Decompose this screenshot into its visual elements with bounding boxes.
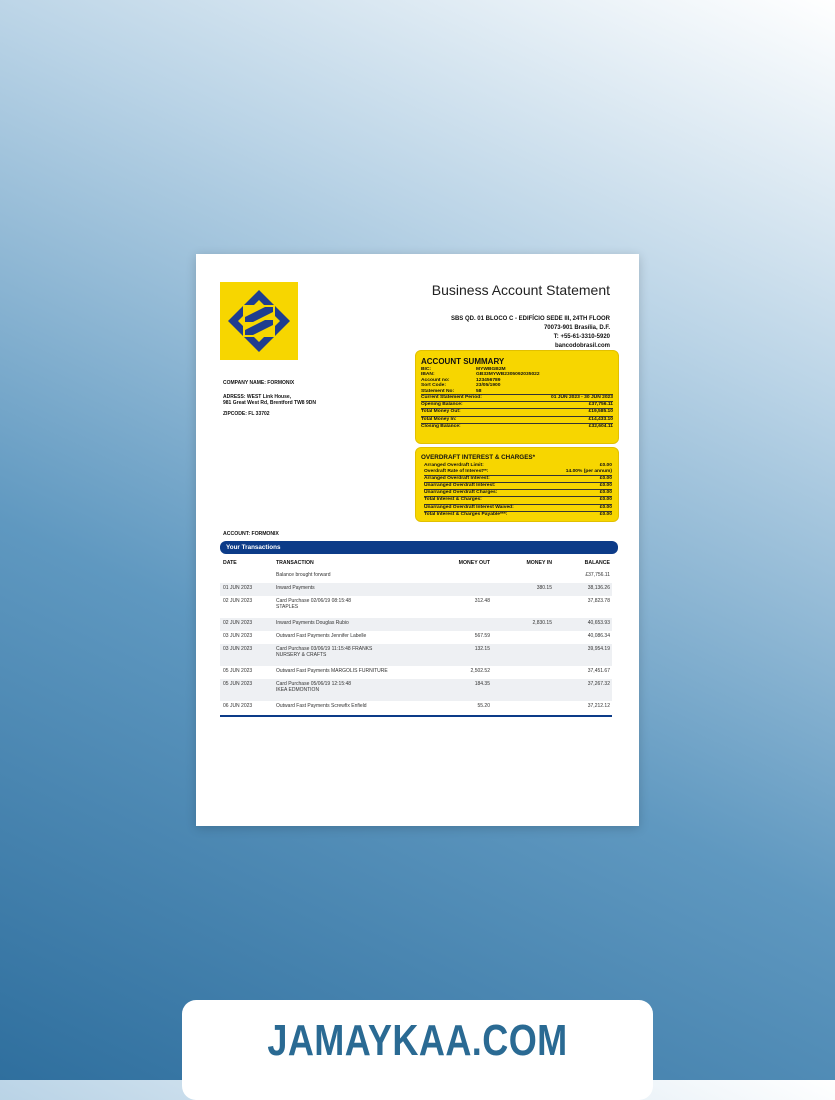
- cell-balance: 37,212.12: [587, 703, 610, 709]
- cell-balance: 37,823.78: [587, 598, 610, 604]
- table-row: 01 JUN 2023 Inward Payments 380.15 38,136.2…: [220, 583, 612, 596]
- cell-balance: 39,954.19: [587, 646, 610, 652]
- overdraft-line: Total Interest & Charges Payable***: £0.0…: [424, 510, 612, 518]
- line-value: £0.00: [599, 511, 612, 517]
- cell-money-in: 380.15: [536, 585, 552, 591]
- account-label: ACCOUNT: FORMONIX: [223, 531, 279, 537]
- transaction-description: Inward Payments Douglas Rubio: [276, 620, 349, 626]
- cell-date: 01 JUN 2023: [223, 585, 253, 591]
- transaction-description-line2: NURSERY & CRAFTS: [276, 652, 327, 658]
- table-row: 02 JUN 2023 Card Purchase 02/06/19 08:15:…: [220, 596, 612, 618]
- company-zipcode: ZIPCODE: FL 33702: [223, 410, 270, 417]
- table-row: 06 JUN 2023 Outward Fast Payments Screwfi…: [220, 701, 612, 714]
- column-header-date: DATE: [223, 560, 237, 566]
- cell-money-out: 132.15: [474, 646, 490, 652]
- overdraft-line: Unarranged Overdraft Charges: £0.00: [424, 489, 612, 496]
- cell-date: 06 JUN 2023: [223, 703, 253, 709]
- transactions-header-bar: Your Transactions: [220, 541, 618, 554]
- summary-line: Opening Balance: £37,756.11: [421, 401, 613, 408]
- bank-phone: T: +55-61-3310-5920: [553, 334, 610, 340]
- table-row: 05 JUN 2023 Card Purchase 05/06/19 12:15:…: [220, 679, 612, 701]
- overdraft-line: Unarranged Overdraft Interest Waived: £0.…: [424, 503, 612, 511]
- cell-balance: 40,086.34: [587, 633, 610, 639]
- summary-line: Total Money In: £14,433.10: [421, 415, 613, 423]
- transactions-end-rule: [220, 715, 612, 717]
- cell-transaction: Card Purchase 05/06/19 12:15:48 IKEA EDMO…: [276, 681, 351, 693]
- transaction-description: Inward Payments: [276, 585, 315, 591]
- overdraft-box: OVERDRAFT INTEREST & CHARGES* Arranged O…: [415, 447, 619, 522]
- watermark-text: JAMAYKAA.COM: [267, 1016, 568, 1065]
- cell-date: 02 JUN 2023: [223, 598, 253, 604]
- table-row: Balance brought forward £37,756.11: [220, 570, 612, 583]
- cell-balance: 38,136.26: [587, 585, 610, 591]
- bank-logo: [220, 282, 298, 360]
- company-details: COMPANY NAME: FORMONIX ADRESS: WEST Link…: [223, 380, 393, 424]
- cell-money-out: 2,502.52: [470, 668, 490, 674]
- cell-money-out: 55.20: [477, 703, 490, 709]
- line-value: £32,604.11: [588, 423, 613, 429]
- overdraft-title: OVERDRAFT INTEREST & CHARGES*: [421, 454, 536, 461]
- cell-date: 05 JUN 2023: [223, 668, 253, 674]
- cell-transaction: Inward Payments Douglas Rubio: [276, 620, 349, 626]
- cell-money-out: 184.35: [474, 681, 490, 687]
- cell-balance: £37,756.11: [585, 572, 610, 578]
- watermark-banner: JAMAYKAA.COM: [182, 1000, 653, 1100]
- statement-title: Business Account Statement: [431, 282, 610, 298]
- cell-balance: 40,653.93: [587, 620, 610, 626]
- cell-date: 05 JUN 2023: [223, 681, 253, 687]
- transaction-description-line2: IKEA EDMONTION: [276, 687, 320, 693]
- line-label: Total Interest & Charges Payable***:: [424, 511, 508, 517]
- cell-transaction: Outward Fast Payments Jennifer Labelle: [276, 633, 366, 639]
- overdraft-line: Total Interest & Charges: £0.00: [424, 496, 612, 503]
- column-header-balance: BALANCE: [584, 560, 610, 566]
- transaction-description: Balance brought forward: [276, 572, 331, 578]
- cell-money-out: 312.48: [474, 598, 490, 604]
- cell-money-out: 567.59: [474, 633, 490, 639]
- table-row: 03 JUN 2023 Outward Fast Payments Jennife…: [220, 631, 612, 644]
- cell-balance: 37,267.32: [587, 681, 610, 687]
- cell-transaction: Inward Payments: [276, 585, 315, 591]
- column-header-money-out: MONEY OUT: [458, 560, 490, 566]
- overdraft-line: Arranged Overdraft Interest: £0.00: [424, 475, 612, 482]
- cell-transaction: Balance brought forward: [276, 572, 330, 578]
- overdraft-line: Unarranged Overdraft Interest: £0.00: [424, 482, 612, 489]
- summary-line: Total Money Out: £19,585.10: [421, 408, 613, 415]
- transaction-description: Outward Fast Payments Jennifer Labelle: [276, 633, 367, 639]
- column-header-transaction: TRANSACTION: [276, 560, 314, 566]
- bank-address: SBS QD. 01 BLOCO C - EDIFÍCIO SEDE III, …: [451, 315, 610, 351]
- account-name: FORMONIX: [251, 531, 279, 537]
- cell-date: 02 JUN 2023: [223, 620, 253, 626]
- table-row: 03 JUN 2023 Card Purchase 03/06/19 11:15:…: [220, 644, 612, 666]
- cell-transaction: Card Purchase 02/06/19 08:15:48 STAPLES: [276, 598, 351, 610]
- transactions-column-headers: DATE TRANSACTION MONEY OUT MONEY IN BALA…: [220, 558, 612, 568]
- transaction-description: Outward Fast Payments MARGOLIS FURNITURE: [276, 668, 388, 674]
- account-summary-title: ACCOUNT SUMMARY: [421, 357, 505, 366]
- summary-line: Closing Balance: £32,604.11: [421, 422, 613, 430]
- cell-balance: 37,451.67: [587, 668, 610, 674]
- cell-date: 03 JUN 2023: [223, 646, 253, 652]
- account-prefix: ACCOUNT:: [223, 531, 251, 537]
- company-name: COMPANY NAME: FORMONIX: [223, 380, 295, 386]
- summary-line: Current Statement Period: 01 JUN 2023 - 3…: [421, 393, 613, 401]
- table-row: 05 JUN 2023 Outward Fast Payments MARGOLI…: [220, 666, 612, 679]
- cell-money-in: 2,830.15: [532, 620, 552, 626]
- column-header-money-in: MONEY IN: [526, 560, 552, 566]
- account-summary-box: ACCOUNT SUMMARY BIC: MYWBGB2M IBAN: GB33MY…: [415, 350, 619, 444]
- cell-transaction: Outward Fast Payments MARGOLIS FURNITURE: [276, 668, 388, 674]
- cell-date: 03 JUN 2023: [223, 633, 253, 639]
- cell-transaction: Card Purchase 03/06/19 11:15:48 FRANKS NU…: [276, 646, 372, 658]
- cell-transaction: Outward Fast Payments Screwfix Enfield: [276, 703, 367, 709]
- statement-page: Business Account Statement SBS QD. 01 BL…: [196, 254, 639, 826]
- transaction-description: Outward Fast Payments Screwfix Enfield: [276, 703, 367, 709]
- table-row: 02 JUN 2023 Inward Payments Douglas Rubio…: [220, 618, 612, 631]
- bank-logo-icon: [228, 290, 290, 352]
- line-label: Closing Balance:: [421, 423, 461, 429]
- transactions-table: Balance brought forward £37,756.11 01 JUN …: [220, 570, 612, 714]
- bank-address-line: 70073-901 Brasília, D.F.: [543, 325, 610, 331]
- bank-address-line: SBS QD. 01 BLOCO C - EDIFÍCIO SEDE III, …: [450, 316, 610, 322]
- transaction-description-line2: STAPLES: [276, 604, 299, 610]
